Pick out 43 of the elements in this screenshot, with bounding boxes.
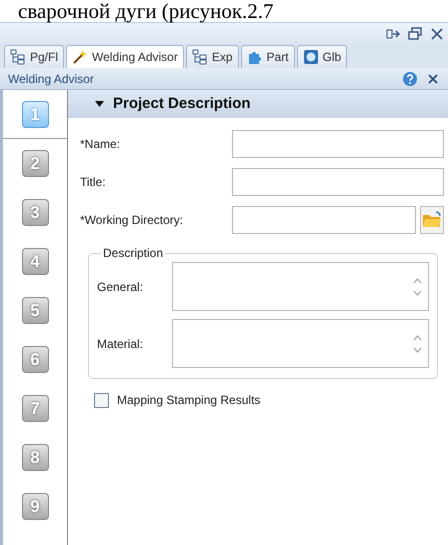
step-button[interactable]: 1: [22, 100, 48, 128]
scroll-arrows-icon: [413, 276, 422, 296]
tree-icon: [192, 49, 208, 65]
close-icon[interactable]: [426, 72, 440, 86]
input-field[interactable]: [232, 130, 444, 158]
tab[interactable]: Glb: [296, 45, 348, 68]
input-field[interactable]: [232, 206, 416, 234]
text-area[interactable]: [172, 262, 429, 311]
section-header[interactable]: Project Description: [68, 90, 448, 118]
field-label: Material:: [97, 336, 144, 352]
checkbox[interactable]: [94, 392, 109, 408]
tab[interactable]: Part: [240, 45, 295, 68]
step-button[interactable]: 8: [22, 444, 48, 471]
tab[interactable]: Exp: [186, 45, 239, 68]
checkbox-label: Mapping Stamping Results: [117, 392, 260, 409]
document-text: сварочной дуги (рисунок.2.7: [17, 0, 275, 22]
text-area[interactable]: [172, 319, 429, 368]
input-field[interactable]: [232, 168, 444, 196]
close-icon[interactable]: [430, 26, 444, 40]
field-label: *Name:: [80, 136, 122, 153]
step-button[interactable]: 6: [22, 346, 48, 373]
step-button[interactable]: 5: [22, 297, 48, 324]
tab[interactable]: Welding Advisor: [66, 45, 184, 68]
field-label: General:: [97, 278, 144, 296]
folder-button[interactable]: [420, 206, 444, 234]
help-icon[interactable]: [402, 70, 418, 86]
tree-icon: [10, 49, 26, 65]
tab[interactable]: Pg/Fl: [4, 45, 64, 68]
panel-title: Welding Advisor: [8, 70, 95, 88]
step-button[interactable]: 7: [22, 395, 48, 422]
step-button[interactable]: 4: [22, 248, 48, 275]
restore-icon[interactable]: [408, 26, 422, 40]
scroll-arrows-icon: [413, 334, 422, 354]
wand-icon: [72, 49, 88, 65]
field-label: Title:: [80, 174, 107, 191]
group-label: Description: [102, 245, 164, 262]
step-button[interactable]: 3: [22, 199, 48, 226]
step-button[interactable]: 9: [22, 493, 48, 520]
field-label: *Working Directory:: [80, 212, 184, 229]
puzzle-icon: [246, 49, 263, 65]
dock-icon[interactable]: [386, 26, 400, 40]
step-button[interactable]: 2: [22, 150, 48, 177]
globe-icon: [302, 49, 319, 65]
